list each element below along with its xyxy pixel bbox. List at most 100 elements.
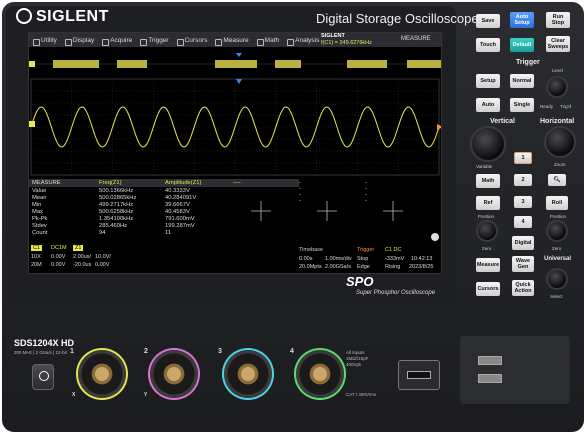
spo-caption: Super Phosphor Oscilloscope (356, 290, 436, 296)
menu-measure[interactable]: Measure (211, 37, 252, 46)
menu-cursors[interactable]: Cursors (173, 37, 212, 46)
oscilloscope-screen[interactable]: Utility Display Acquire Trigger Cursors … (28, 32, 442, 274)
trigger-position-marker (236, 53, 242, 57)
cursors-button[interactable]: Cursors (476, 282, 500, 296)
tag-brand: SIGLENT (321, 33, 345, 39)
menu-analysis[interactable]: Analysis (283, 37, 323, 46)
clock-date: 2023/8/25 (409, 264, 434, 270)
tag-frequency: f(C1) = 249.6276kHz (321, 40, 372, 46)
zoom-offset: 0.00V (95, 262, 110, 268)
row-amp: 791.600mV (165, 216, 195, 222)
horizontal-position-knob[interactable] (546, 220, 568, 242)
save-button[interactable]: Save (476, 14, 500, 28)
empty-measure-slots (251, 201, 439, 241)
ch1-bandwidth: 20M (31, 262, 42, 268)
menu-display[interactable]: Display (61, 37, 98, 46)
trigger-section-title: Trigger (516, 59, 540, 66)
channel-1-button[interactable]: 1 (514, 152, 532, 164)
channel-1-input[interactable] (78, 350, 126, 398)
trigger-normal-button[interactable]: Normal (510, 74, 534, 88)
channel-3-input[interactable] (224, 350, 272, 398)
default-button[interactable]: Default (510, 38, 534, 52)
search-button[interactable]: 🔍︎ (548, 174, 566, 186)
row-amp: 40.3333V (165, 188, 190, 194)
table-row: Value 500.1366kHz 40.3333V (29, 188, 229, 195)
row-label: Max (32, 209, 43, 215)
timebase-info[interactable]: Timebase 0.00s 1.00ms/div 20.0Mpts 2.00G… (297, 247, 353, 273)
universal-knob[interactable] (546, 268, 568, 290)
row-freq: 500.02865kHz (99, 195, 137, 201)
status-bar: C1 DC1M Z1 10X 0.00V 2.00us/ 10.0V/ 20M … (29, 245, 441, 273)
zero-label: Zero (482, 246, 492, 251)
ch1-label: C1 (31, 245, 43, 251)
select-label: Select (550, 294, 563, 299)
search-icon: 🔍︎ (553, 177, 561, 183)
timebase-scale: 1.00ms/div (325, 256, 352, 262)
zoom-timebase: 2.00us/ (73, 254, 92, 260)
power-button[interactable] (32, 364, 54, 390)
measure-button[interactable]: Measure (476, 258, 500, 272)
horizontal-scale-knob[interactable] (544, 126, 576, 158)
channel-3-number: 3 (218, 348, 222, 355)
touch-button[interactable]: Touch (476, 38, 500, 52)
inputs-note: All Inputs 1MΩ//15pF 400Vpk (346, 350, 369, 367)
row-freq: 500.6258kHz (99, 209, 134, 215)
control-panel: Save Auto Setup Run Stop Touch Default C… (462, 6, 580, 306)
menu-acquire[interactable]: Acquire (98, 37, 136, 46)
math-button[interactable]: Math (476, 174, 500, 188)
ref-button[interactable]: Ref (476, 196, 500, 210)
sample-rate: 2.00GSa/s (325, 264, 351, 270)
trigger-info[interactable]: Trigger C1 DC Stop -333mV Edge Rising (355, 247, 405, 273)
frequency-readout: SIGLENT f(C1) = 249.6276kHz (319, 33, 389, 47)
row-freq: 1.354100kHz (99, 216, 134, 222)
channel-2-button[interactable]: 2 (514, 174, 532, 186)
table-row: Pk-Pk 1.354100kHz 791.600mV (29, 216, 229, 223)
trigger-slope: Rising (385, 264, 401, 270)
row-freq: 94 (99, 230, 106, 236)
trigger-single-button[interactable]: Single (510, 98, 534, 112)
auto-setup-button[interactable]: Auto Setup (510, 12, 534, 28)
row-label: Mean (32, 195, 47, 201)
usb-port-1[interactable] (478, 356, 502, 365)
level-label: Level (552, 68, 563, 73)
ch1-probe: 10X (31, 254, 41, 260)
vertical-scale-knob[interactable] (470, 126, 506, 162)
trigger-setup-button[interactable]: Setup (476, 74, 500, 88)
channel-4-input[interactable] (296, 350, 344, 398)
settings-icon (431, 233, 439, 241)
vertical-position-knob[interactable] (476, 220, 498, 242)
zero-label-h: Zero (552, 246, 562, 251)
trigger-level-knob[interactable] (546, 76, 568, 98)
usb-port-2[interactable] (478, 374, 502, 383)
main-waveform-grid[interactable] (29, 77, 442, 177)
table-row: Stdev 285.460Hz 199.287mV (29, 223, 229, 230)
channel-2-input[interactable] (150, 350, 198, 398)
trigger-mode: Stop (357, 256, 369, 262)
roll-button[interactable]: Roll (546, 196, 568, 210)
menu-utility[interactable]: Utility (29, 37, 61, 46)
channel-4-number: 4 (290, 348, 294, 355)
channel-4-button[interactable]: 4 (514, 216, 532, 228)
hdmi-icon (407, 371, 431, 379)
trigger-type: Edge (357, 264, 370, 270)
zoom-scale: 10.0V/ (95, 254, 111, 260)
run-stop-button[interactable]: Run Stop (546, 12, 570, 28)
table-row: Count 94 11 (29, 230, 229, 237)
trigger-level-marker (437, 124, 441, 130)
digital-button[interactable]: Digital (512, 236, 534, 250)
channel-3-button[interactable]: 3 (514, 196, 532, 208)
trigger-auto-button[interactable]: Auto (476, 98, 500, 112)
quick-action-button[interactable]: Quick Action (512, 280, 534, 296)
measure-menu-button[interactable]: MEASURE (401, 36, 431, 42)
position-label-h: Position (550, 214, 567, 219)
hdmi-port[interactable] (398, 360, 440, 390)
menu-math[interactable]: Math (253, 37, 283, 46)
menu-trigger[interactable]: Trigger (136, 37, 172, 46)
clear-sweeps-button[interactable]: Clear Sweeps (546, 36, 570, 52)
channel1-info[interactable]: C1 DC1M Z1 10X 0.00V 2.00us/ 10.0V/ 20M … (29, 245, 111, 273)
power-icon (39, 371, 49, 381)
ch1-level: 0.00V (51, 262, 66, 268)
row-amp: 40.284091V (165, 195, 197, 201)
variable-label: Variable (476, 164, 493, 169)
wave-gen-button[interactable]: Wave Gen (512, 256, 534, 272)
